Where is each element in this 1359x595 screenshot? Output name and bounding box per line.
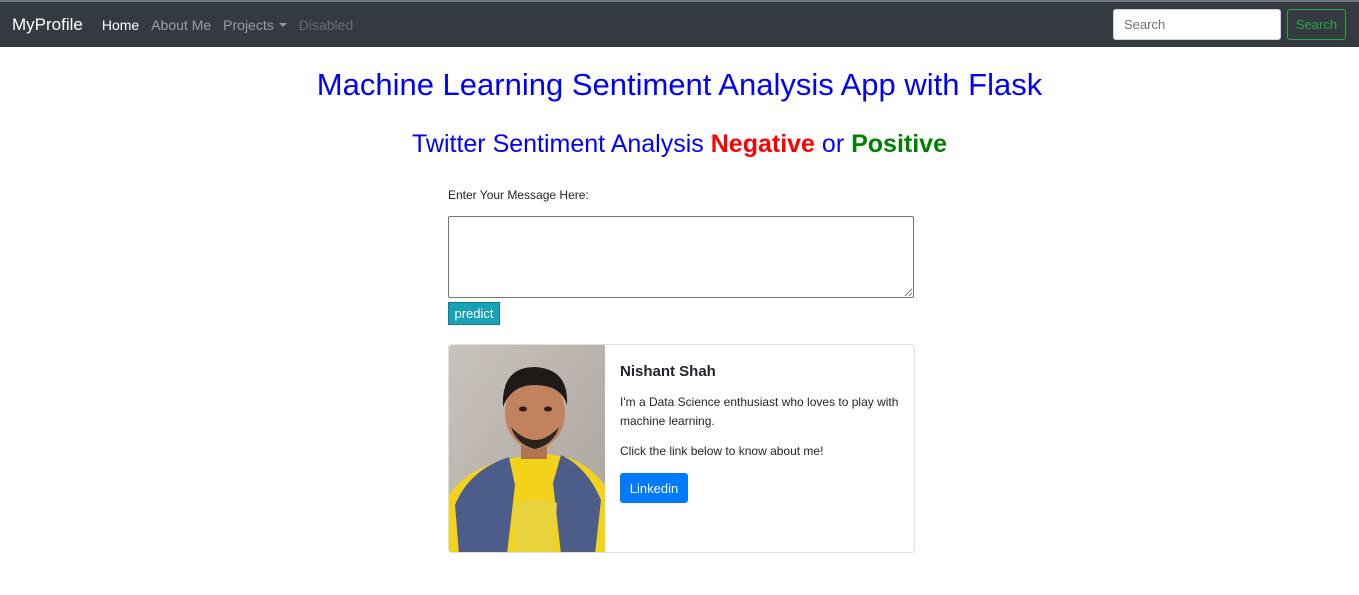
page-title: Machine Learning Sentiment Analysis App … bbox=[316, 67, 1043, 102]
search-button[interactable]: Search bbox=[1287, 9, 1346, 40]
caret-down-icon bbox=[278, 22, 287, 27]
nav-about-me[interactable]: About Me bbox=[151, 17, 211, 33]
linkedin-button[interactable]: Linkedin bbox=[620, 473, 688, 503]
nav-projects-label: Projects bbox=[223, 16, 274, 33]
subtitle-negative: Negative bbox=[710, 130, 815, 158]
profile-name: Nishant Shah bbox=[620, 363, 716, 380]
subtitle-positive: Positive bbox=[851, 130, 947, 158]
predict-button[interactable]: predict bbox=[448, 302, 500, 325]
avatar-photo bbox=[449, 345, 605, 552]
subtitle-prefix: Twitter Sentiment Analysis bbox=[412, 130, 704, 158]
search-input[interactable] bbox=[1113, 9, 1281, 40]
profile-card: Nishant Shah I'm a Data Science enthusia… bbox=[448, 344, 915, 553]
top-navbar: MyProfile Home About Me Projects Disable… bbox=[0, 0, 1359, 47]
message-label: Enter Your Message Here: bbox=[448, 188, 589, 202]
profile-bio: I'm a Data Science enthusiast who loves … bbox=[620, 395, 899, 428]
subtitle-or: or bbox=[821, 130, 845, 158]
nav-projects-dropdown[interactable]: Projects bbox=[223, 17, 287, 33]
nav-disabled: Disabled bbox=[298, 16, 354, 33]
brand-link[interactable]: MyProfile bbox=[12, 15, 83, 35]
message-textarea[interactable] bbox=[448, 216, 914, 298]
profile-cta-text: Click the link below to know about me! bbox=[620, 444, 824, 458]
nav-home[interactable]: Home bbox=[102, 17, 139, 33]
page-subtitle: Twitter Sentiment Analysis Negative or P… bbox=[0, 130, 1359, 159]
